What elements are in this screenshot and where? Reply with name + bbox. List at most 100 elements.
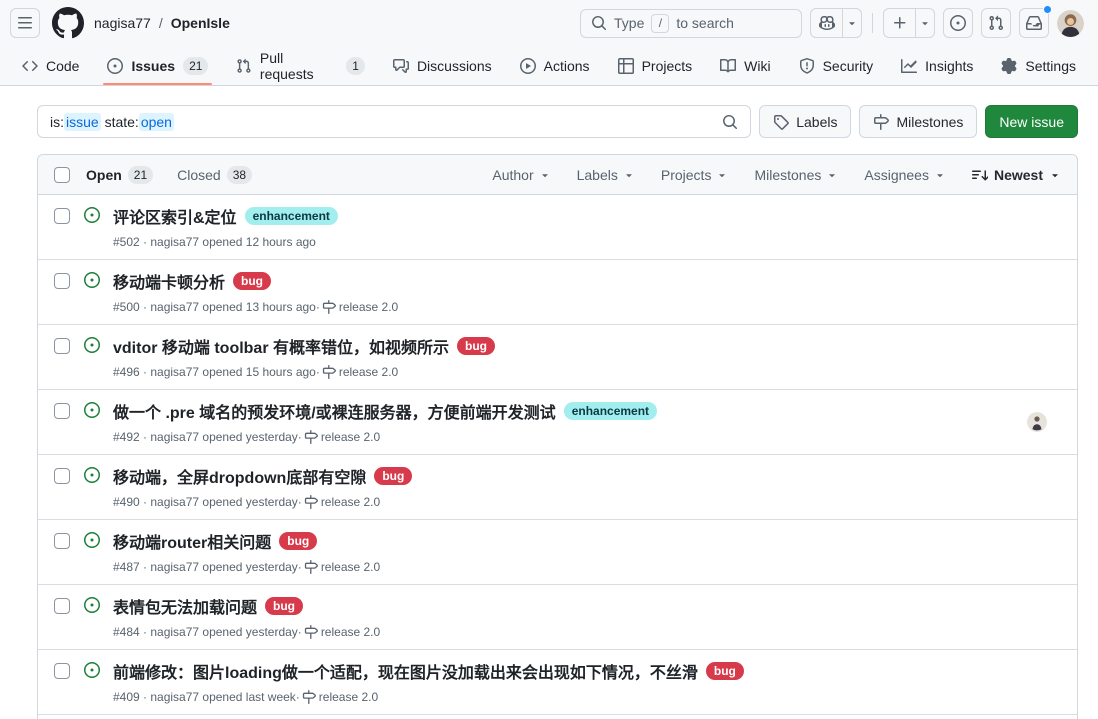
issue-milestone[interactable]: release 2.0 [322,300,398,314]
issue-title-link[interactable]: 移动端，全屏dropdown底部有空隙 [113,464,366,488]
milestone-icon [322,300,336,314]
labels-button-label: Labels [796,113,838,130]
filter-dropdown[interactable]: Milestones [754,167,838,183]
issue-milestone[interactable]: release 2.0 [304,430,380,444]
git-pull-request-icon [989,15,1004,31]
issue-meta: #502 · nagisa77 opened 12 hours ago [113,235,943,249]
book-icon [720,58,737,72]
issue-checkbox[interactable] [54,208,70,224]
hamburger-menu-button[interactable] [10,8,40,38]
issue-checkbox[interactable] [54,663,70,679]
labels-button[interactable]: Labels [759,105,852,138]
tab-actions[interactable]: Actions [510,46,600,85]
filter-dropdown[interactable]: Author [492,167,550,183]
filter-dropdown[interactable]: Assignees [864,167,946,183]
issue-milestone[interactable]: release 2.0 [302,690,378,704]
tab-settings[interactable]: Settings [991,46,1086,85]
issue-checkbox[interactable] [54,598,70,614]
open-issues-toggle[interactable]: Open 21 [86,165,154,184]
issue-label[interactable]: enhancement [563,402,658,420]
triangle-down-icon [937,173,943,177]
new-issue-button[interactable]: New issue [985,105,1078,138]
issue-checkbox[interactable] [54,468,70,484]
user-avatar[interactable] [1057,9,1084,37]
milestones-button[interactable]: Milestones [859,105,978,138]
issue-checkbox[interactable] [54,273,70,289]
issue-title-link[interactable]: 前端修改：图片loading做一个适配，现在图片没加载出来会出现如下情况，不丝滑 [113,659,698,683]
issue-title-link[interactable]: 评论区索引&定位 [113,204,237,228]
issues-search-input[interactable]: is: issue state: open [37,105,752,138]
tab-code[interactable]: Code [12,46,89,85]
issue-meta: #496 · nagisa77 opened 15 hours ago· rel… [113,365,943,379]
your-pull-requests-button[interactable] [981,8,1011,38]
git-pull-request-icon [237,58,251,73]
milestone-icon [874,113,890,130]
github-logo[interactable] [52,7,84,39]
table-icon [617,57,634,74]
issue-rows: 评论区索引&定位 enhancement #502 · nagisa77 ope… [38,195,1077,719]
copilot-button[interactable] [811,9,843,37]
avatar-image [1057,9,1084,37]
issue-label[interactable]: bug [705,662,744,680]
assignee-avatar[interactable] [1027,411,1047,432]
issue-checkbox[interactable] [54,338,70,354]
issue-title-link[interactable]: vditor 移动端 toolbar 有概率错位，如视频所示 [113,334,449,358]
create-new-dropdown-caret[interactable] [916,9,934,37]
sort-dropdown[interactable]: Newest [971,167,1061,183]
issue-label[interactable]: bug [279,532,318,550]
issue-milestone[interactable]: release 2.0 [304,560,380,574]
issue-main: 表情包无法加载问题 bug #484 · nagisa77 opened yes… [113,594,943,639]
breadcrumb-owner-link[interactable]: nagisa77 [94,15,151,31]
issue-label[interactable]: enhancement [244,207,338,225]
tab-projects[interactable]: Projects [608,46,703,85]
copilot-dropdown-caret[interactable] [843,9,861,37]
filter-dropdown[interactable]: Labels [577,167,635,183]
issue-row: vditor 移动端 toolbar 有概率错位，如视频所示 bug #496 … [38,325,1077,390]
tab-label: Security [822,57,874,74]
issue-label[interactable]: bug [265,597,304,615]
filter-dropdown[interactable]: Projects [661,167,729,183]
search-submit-button[interactable] [716,108,744,136]
create-new-button[interactable] [884,9,916,37]
issues-list-header: Open 21 Closed 38 Author Labels Projects… [38,155,1077,195]
closed-issues-toggle[interactable]: Closed 38 [177,165,253,184]
issue-checkbox[interactable] [54,533,70,549]
global-search-input[interactable]: Type / to search [580,8,802,38]
issue-row: 评论区索引&定位 enhancement #502 · nagisa77 ope… [38,195,1077,260]
pull-requests-count-badge: 1 [346,56,365,75]
tab-security[interactable]: Security [789,46,884,85]
issue-row: 移动端卡顿分析 bug #500 · nagisa77 opened 13 ho… [38,260,1077,325]
repo-tab-bar: Code Issues 21 Pull requests 1 Discussio… [0,46,1098,86]
issue-checkbox[interactable] [54,403,70,419]
issue-title-link[interactable]: 移动端卡顿分析 [113,269,225,293]
tab-issues[interactable]: Issues 21 [97,46,218,85]
issue-title-link[interactable]: 移动端router相关问题 [113,529,271,553]
issue-milestone[interactable]: release 2.0 [322,365,398,379]
issue-main: 评论区索引&定位 enhancement #502 · nagisa77 ope… [113,204,943,249]
breadcrumb-repo-link[interactable]: OpenIsle [171,15,230,31]
tab-pull-requests[interactable]: Pull requests 1 [226,46,375,85]
issue-label[interactable]: bug [457,337,496,355]
issue-title-link[interactable]: 做一个 .pre 域名的预发环境/或裸连服务器，方便前端开发测试 [113,399,556,423]
tab-insights[interactable]: Insights [891,46,983,85]
issue-row: 做一个 .pre 域名的预发环境/或裸连服务器，方便前端开发测试 enhance… [38,390,1077,455]
your-issues-button[interactable] [943,8,973,38]
open-issue-icon [84,532,100,548]
issue-label[interactable]: bug [374,467,413,485]
sort-desc-icon [971,169,988,180]
issue-meta: #409 · nagisa77 opened last week· releas… [113,690,943,704]
issue-milestone[interactable]: release 2.0 [304,625,380,639]
new-issue-button-label: New issue [999,113,1064,130]
issue-title-link[interactable]: 表情包无法加载问题 [113,594,257,618]
issue-main: 移动端router相关问题 bug #487 · nagisa77 opened… [113,529,943,574]
tab-wiki[interactable]: Wiki [710,46,780,85]
triangle-down-icon [1052,173,1058,177]
tab-label: Insights [925,57,974,74]
milestone-icon [304,560,318,574]
issue-label[interactable]: bug [233,272,272,290]
open-issue-icon [84,402,100,418]
select-all-checkbox[interactable] [54,166,70,183]
issue-meta-text: #487 · nagisa77 opened yesterday· [113,560,302,574]
issue-milestone[interactable]: release 2.0 [304,495,380,509]
tab-discussions[interactable]: Discussions [383,46,502,85]
